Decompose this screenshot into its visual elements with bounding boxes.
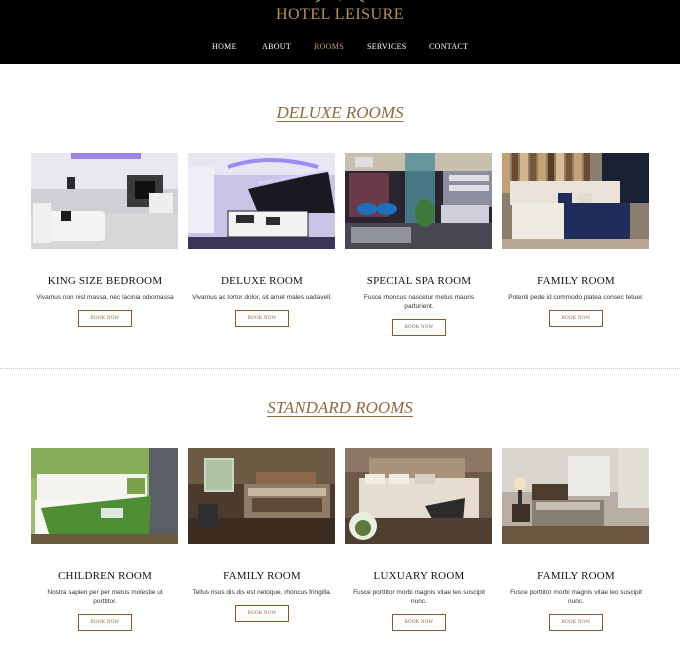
book-now-button[interactable]: BOOK NOW [235,310,289,327]
room-name: KING SIZE BEDROOM [47,275,163,287]
room-card: LUXUARY ROOM Fusce porttitor morbi magni… [345,448,493,631]
room-description: Fusce porttitor morbi magnis vitae leo s… [510,589,642,605]
site-header: HOTEL LEISURE HOME ABOUT ROOMS SERVICES … [0,0,680,64]
nav-services[interactable]: SERVICES [367,42,407,51]
room-name: DELUXE ROOM [221,275,303,287]
book-now-button[interactable]: BOOK NOW [549,310,603,327]
room-description: Fusce porttitor morbi magnis vitae leo s… [353,589,485,605]
room-card: FAMILY ROOM Fusce porttitor morbi magnis… [502,448,650,631]
section-divider [0,368,680,369]
room-photo[interactable] [31,448,178,544]
room-name: LUXUARY ROOM [373,570,465,582]
standard-rooms-title: STANDARD ROOMS [267,398,413,417]
room-photo[interactable] [31,153,178,249]
room-card: CHILDREN ROOM Nostra sapien per per metu… [31,448,179,631]
book-now-button[interactable]: BOOK NOW [549,614,603,631]
room-card: KING SIZE BEDROOM Vivamus non nisl massa… [31,153,179,327]
book-now-button[interactable]: BOOK NOW [392,319,446,336]
room-name: FAMILY ROOM [223,570,301,582]
nav-rooms[interactable]: ROOMS [314,42,344,51]
room-description: Vivamus ac tortor dolor, sit amet males … [192,294,332,301]
room-photo[interactable] [345,153,492,249]
book-now-button[interactable]: BOOK NOW [78,310,132,327]
main-nav: HOME ABOUT ROOMS SERVICES CONTACT [0,42,680,56]
room-photo[interactable] [502,153,649,249]
room-description: Nostra sapien per per metus molestie ut … [47,589,163,605]
room-photo[interactable] [188,153,335,249]
room-name: CHILDREN ROOM [58,570,152,582]
room-photo[interactable] [188,448,335,544]
room-name: FAMILY ROOM [537,275,615,287]
room-photo[interactable] [345,448,492,544]
site-logo[interactable]: HOTEL LEISURE [0,7,680,23]
room-name: SPECIAL SPA ROOM [366,275,472,287]
room-description: Tellus risus dis dis est netoque, rhoncu… [192,589,332,596]
book-now-button[interactable]: BOOK NOW [235,605,289,622]
nav-home[interactable]: HOME [212,42,237,51]
room-description: Fusce rhoncus nascetur metus mauris part… [363,294,475,310]
book-now-button[interactable]: BOOK NOW [392,614,446,631]
nav-about[interactable]: ABOUT [262,42,291,51]
logo-ornament-icon [315,0,365,3]
room-card: SPECIAL SPA ROOM Fusce rhoncus nascetur … [345,153,493,336]
room-card: FAMILY ROOM Tellus risus dis dis est net… [188,448,336,622]
room-card: DELUXE ROOM Vivamus ac tortor dolor, sit… [188,153,336,327]
nav-contact[interactable]: CONTACT [429,42,468,51]
room-description: Vivamus non nisl massa, nec lacinia odio… [36,294,174,301]
room-card: FAMILY ROOM Potenti pede id commodo plat… [502,153,650,327]
room-photo[interactable] [502,448,649,544]
deluxe-rooms-title: DELUXE ROOMS [276,103,404,122]
room-name: FAMILY ROOM [537,570,615,582]
room-description: Potenti pede id commodo platea consec te… [508,294,644,301]
book-now-button[interactable]: BOOK NOW [78,614,132,631]
